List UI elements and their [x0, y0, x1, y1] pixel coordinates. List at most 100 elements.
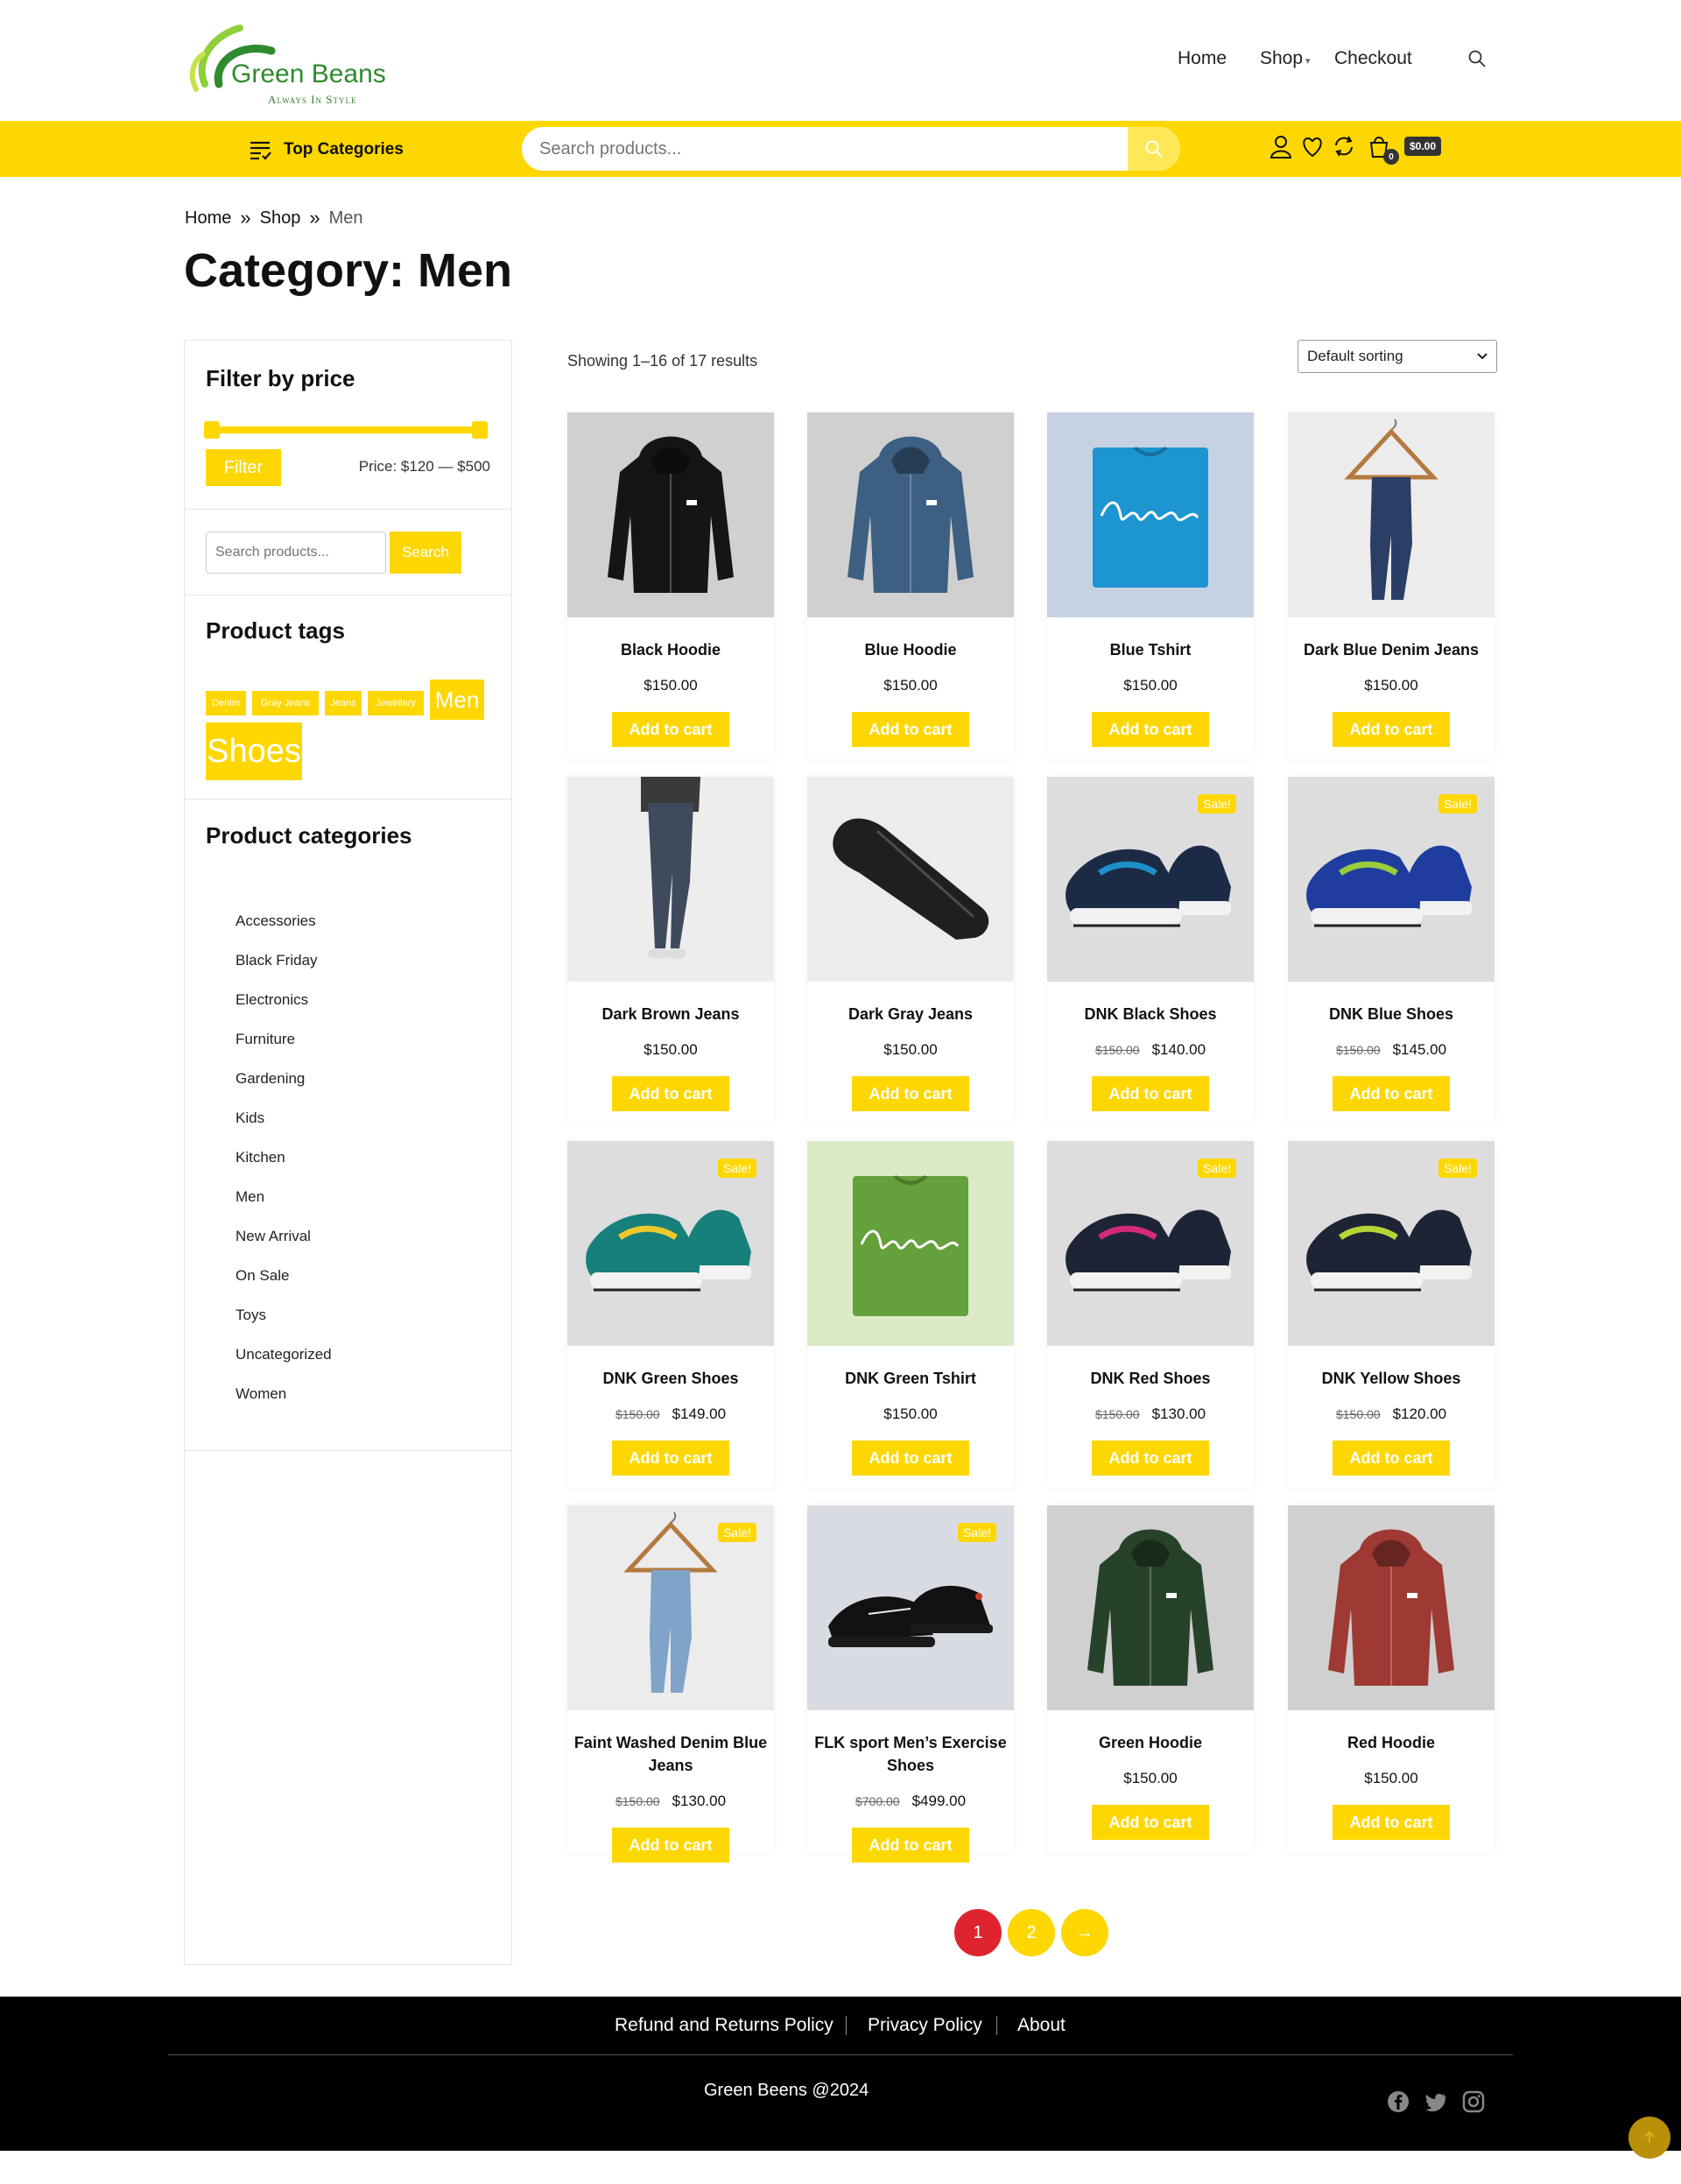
page-2-button[interactable]: 2 — [1008, 1909, 1055, 1956]
product-image-wrap[interactable] — [567, 412, 774, 617]
category-item[interactable]: Electronics — [236, 980, 332, 1019]
nav-home[interactable]: Home — [1178, 48, 1227, 69]
category-item[interactable]: On Sale — [236, 1256, 332, 1295]
product-name[interactable]: Blue Tshirt — [1047, 638, 1254, 661]
tag-men[interactable]: Men — [430, 680, 484, 720]
product-image[interactable] — [1047, 1505, 1254, 1710]
product-card[interactable]: Sale! DNK Green Shoes $150.00 $149.00 Add to… — [567, 1141, 774, 1488]
product-image-wrap[interactable] — [1047, 1505, 1254, 1710]
product-name[interactable]: FLK sport Men’s Exercise Shoes — [807, 1731, 1014, 1777]
product-image[interactable] — [1288, 1505, 1495, 1710]
price-slider-min-handle[interactable] — [204, 421, 220, 439]
product-image[interactable] — [807, 412, 1014, 617]
tag-jeans[interactable]: Jeans — [325, 691, 362, 715]
product-name[interactable]: DNK Blue Shoes — [1288, 1003, 1495, 1025]
category-item[interactable]: Accessories — [236, 901, 332, 941]
page-1-button[interactable]: 1 — [954, 1909, 1002, 1956]
product-card[interactable]: Sale! FLK sport Men’s Exercise Shoes $700.… — [807, 1505, 1014, 1863]
tag-denim[interactable]: Denim — [206, 691, 246, 715]
category-item[interactable]: Kids — [236, 1098, 332, 1138]
heart-icon[interactable] — [1299, 133, 1326, 159]
product-card[interactable]: Blue Hoodie $150.00 Add to cart — [807, 412, 1014, 759]
add-to-cart-button[interactable]: Add to cart — [612, 1828, 729, 1863]
product-card[interactable]: Sale! DNK Blue Shoes $150.00 $145.00 Add to … — [1288, 777, 1495, 1124]
nav-shop[interactable]: Shop ▾ — [1260, 48, 1311, 69]
twitter-icon[interactable] — [1424, 2090, 1447, 2113]
back-to-top-button[interactable] — [1628, 2117, 1670, 2159]
product-name[interactable]: DNK Red Shoes — [1047, 1367, 1254, 1390]
add-to-cart-button[interactable]: Add to cart — [852, 1076, 969, 1111]
product-search-button[interactable] — [1128, 127, 1180, 171]
product-card[interactable]: Red Hoodie $150.00 Add to cart — [1288, 1505, 1495, 1852]
sidebar-search-button[interactable]: Search — [390, 532, 461, 574]
product-image-wrap[interactable] — [807, 1141, 1014, 1346]
category-item[interactable]: Gardening — [236, 1059, 332, 1098]
add-to-cart-button[interactable]: Add to cart — [612, 1441, 729, 1476]
category-item[interactable]: Furniture — [236, 1019, 332, 1059]
product-card[interactable]: Sale! Faint Washed Denim Blue Jeans $150.0… — [567, 1505, 774, 1863]
add-to-cart-button[interactable]: Add to cart — [852, 1828, 969, 1863]
filter-button[interactable]: Filter — [206, 449, 281, 486]
product-card[interactable]: Sale! DNK Black Shoes $150.00 $140.00 Add to… — [1047, 777, 1254, 1124]
product-name[interactable]: DNK Green Shoes — [567, 1367, 774, 1390]
product-name[interactable]: Blue Hoodie — [807, 638, 1014, 661]
product-card[interactable]: Sale! DNK Yellow Shoes $150.00 $120.00 Add t… — [1288, 1141, 1495, 1488]
price-slider[interactable] — [204, 421, 488, 439]
category-item[interactable]: Women — [236, 1374, 332, 1413]
add-to-cart-button[interactable]: Add to cart — [612, 712, 729, 747]
next-page-button[interactable]: → — [1061, 1909, 1108, 1956]
product-image[interactable] — [807, 777, 1014, 982]
add-to-cart-button[interactable]: Add to cart — [612, 1076, 729, 1111]
nav-checkout[interactable]: Checkout — [1334, 48, 1412, 69]
product-image-wrap[interactable] — [567, 777, 774, 982]
add-to-cart-button[interactable]: Add to cart — [1092, 1805, 1209, 1840]
add-to-cart-button[interactable]: Add to cart — [852, 1441, 969, 1476]
category-item[interactable]: Toys — [236, 1295, 332, 1335]
product-name[interactable]: Dark Brown Jeans — [567, 1003, 774, 1025]
add-to-cart-button[interactable]: Add to cart — [1333, 712, 1450, 747]
category-item[interactable]: New Arrival — [236, 1216, 332, 1256]
tag-gray-jeans[interactable]: Gray Jeans — [252, 691, 319, 715]
category-item[interactable]: Black Friday — [236, 941, 332, 980]
product-name[interactable]: Black Hoodie — [567, 638, 774, 661]
footer-link-refund[interactable]: Refund and Returns Policy — [615, 2015, 833, 2036]
instagram-icon[interactable] — [1462, 2090, 1485, 2113]
sidebar-search-input[interactable] — [206, 532, 386, 574]
product-image-wrap[interactable] — [1288, 412, 1495, 617]
product-name[interactable]: Dark Gray Jeans — [807, 1003, 1014, 1025]
site-logo[interactable]: Green Beans Always In Style — [187, 16, 397, 110]
product-card[interactable]: Green Hoodie $150.00 Add to cart — [1047, 1505, 1254, 1852]
category-item[interactable]: Uncategorized — [236, 1335, 332, 1374]
product-name[interactable]: DNK Black Shoes — [1047, 1003, 1254, 1025]
product-card[interactable]: DNK Green Tshirt $150.00 Add to cart — [807, 1141, 1014, 1488]
product-name[interactable]: DNK Yellow Shoes — [1288, 1367, 1495, 1390]
user-icon[interactable] — [1268, 133, 1294, 159]
breadcrumb-home[interactable]: Home — [185, 208, 231, 229]
category-item[interactable]: Men — [236, 1177, 332, 1216]
product-image[interactable] — [1047, 412, 1254, 617]
product-name[interactable]: Red Hoodie — [1288, 1731, 1495, 1754]
product-image[interactable] — [1288, 412, 1495, 617]
facebook-icon[interactable] — [1387, 2090, 1410, 2113]
product-card[interactable]: Dark Blue Denim Jeans $150.00 Add to cart — [1288, 412, 1495, 759]
product-image-wrap[interactable] — [1288, 1505, 1495, 1710]
product-card[interactable]: Dark Brown Jeans $150.00 Add to cart — [567, 777, 774, 1124]
sort-select[interactable]: Default sorting — [1298, 340, 1497, 373]
add-to-cart-button[interactable]: Add to cart — [1092, 1441, 1209, 1476]
product-image-wrap[interactable] — [1047, 412, 1254, 617]
refresh-icon[interactable] — [1331, 133, 1357, 159]
add-to-cart-button[interactable]: Add to cart — [852, 712, 969, 747]
category-item[interactable]: Kitchen — [236, 1138, 332, 1177]
footer-link-privacy[interactable]: Privacy Policy — [868, 2015, 982, 2036]
tag-shoes[interactable]: Shoes — [206, 722, 302, 780]
product-card[interactable]: Blue Tshirt $150.00 Add to cart — [1047, 412, 1254, 759]
tag-jewellery[interactable]: Jewellery — [368, 691, 424, 715]
product-card[interactable]: Dark Gray Jeans $150.00 Add to cart — [807, 777, 1014, 1124]
top-categories-button[interactable]: Top Categories — [249, 137, 404, 163]
product-name[interactable]: Green Hoodie — [1047, 1731, 1254, 1754]
product-name[interactable]: Faint Washed Denim Blue Jeans — [567, 1731, 774, 1777]
footer-link-about[interactable]: About — [1017, 2015, 1066, 2036]
product-name[interactable]: DNK Green Tshirt — [807, 1367, 1014, 1390]
product-name[interactable]: Dark Blue Denim Jeans — [1288, 638, 1495, 661]
price-slider-max-handle[interactable] — [472, 421, 488, 439]
